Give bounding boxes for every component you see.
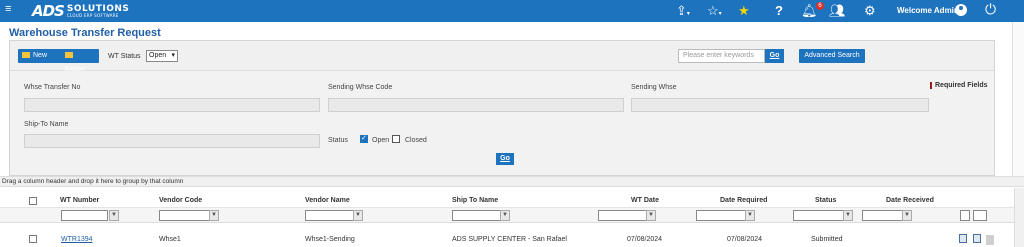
- logo-text: ADS: [32, 2, 65, 20]
- toolbar: New Export WT Status Open Please enter k…: [10, 41, 994, 73]
- filter-icon[interactable]: ▼: [209, 210, 219, 221]
- search-panel: New Export WT Status Open Please enter k…: [9, 40, 995, 176]
- column-header-date-received[interactable]: Date Received: [886, 197, 934, 204]
- filter-date-required[interactable]: [696, 210, 751, 221]
- print-icon[interactable]: [973, 234, 981, 243]
- ship-to-name-cell: ADS SUPPLY CENTER - San Rafael: [452, 236, 567, 243]
- export-icon: [65, 52, 73, 58]
- column-header-vendor-code[interactable]: Vendor Code: [159, 197, 202, 204]
- status-cell: Submitted: [811, 236, 843, 243]
- sending-whse-field[interactable]: [631, 98, 929, 112]
- required-fields-note: Required Fields: [930, 82, 988, 89]
- status-open-label: Open: [372, 137, 390, 144]
- status-closed-checkbox[interactable]: [392, 135, 400, 143]
- grid-scrollbar[interactable]: [1014, 188, 1024, 247]
- column-header-ship-to-name[interactable]: Ship To Name: [452, 197, 498, 204]
- wt-number-link[interactable]: WTR1394: [61, 236, 93, 243]
- column-header-wt-number[interactable]: WT Number: [60, 197, 99, 204]
- new-button[interactable]: New: [18, 49, 62, 63]
- wt-status-label: WT Status: [108, 53, 141, 60]
- form-go-button[interactable]: Go: [496, 153, 514, 165]
- column-header-status[interactable]: Status: [815, 197, 836, 204]
- filter-icon[interactable]: ▼: [646, 210, 656, 221]
- sending-whse-code-field[interactable]: [328, 98, 624, 112]
- status-closed-label: Closed: [405, 137, 427, 144]
- sending-whse-code-label: Sending Whse Code: [328, 84, 393, 91]
- keyword-search-input[interactable]: Please enter keywords: [678, 49, 765, 63]
- star-outline-icon[interactable]: ☆▾: [707, 2, 722, 23]
- vendor-name-cell: Whse1-Sending: [305, 236, 355, 243]
- logo-tagline: CLOUD ERP SOFTWARE: [66, 12, 119, 18]
- filter-wt-number[interactable]: [61, 210, 108, 221]
- column-header-wt-date[interactable]: WT Date: [631, 197, 659, 204]
- ads-solutions-logo[interactable]: ADS SOLUTIONS CLOUD ERP SOFTWARE: [32, 2, 129, 20]
- whse-transfer-no-label: Whse Transfer No: [24, 84, 81, 91]
- filter-icon[interactable]: ▼: [353, 210, 363, 221]
- vendor-code-cell: Whse1: [159, 236, 181, 243]
- search-go-button[interactable]: Go: [765, 49, 784, 63]
- select-all-checkbox[interactable]: [29, 197, 37, 205]
- filter-vendor-name[interactable]: [305, 210, 355, 221]
- date-required-cell: 07/08/2024: [727, 236, 763, 243]
- ship-to-name-label: Ship-To Name: [24, 121, 69, 128]
- document-icon[interactable]: [959, 234, 967, 243]
- filter-actions-2[interactable]: [973, 210, 987, 221]
- row-checkbox[interactable]: [29, 235, 37, 243]
- wt-date-cell: 07/08/2024: [627, 236, 663, 243]
- hamburger-icon[interactable]: ≡: [5, 3, 11, 15]
- filter-icon[interactable]: ▼: [109, 210, 119, 221]
- status-open-checkbox[interactable]: [360, 134, 368, 143]
- welcome-text: Welcome Admin: [897, 6, 959, 15]
- filter-ship-to-name[interactable]: [452, 210, 504, 221]
- filter-date-received[interactable]: [862, 210, 906, 221]
- advanced-search-button[interactable]: Advanced Search: [799, 49, 865, 63]
- column-header-vendor-name[interactable]: Vendor Name: [305, 197, 350, 204]
- group-by-hint[interactable]: Drag a column header and drop it here to…: [0, 176, 1024, 187]
- users-icon[interactable]: 👥︎: [829, 2, 846, 20]
- wt-status-select[interactable]: Open: [146, 50, 178, 62]
- folder-icon: [22, 52, 30, 58]
- whse-transfer-no-field[interactable]: [24, 98, 320, 112]
- user-avatar-icon[interactable]: [955, 4, 967, 16]
- share-icon[interactable]: ⇪▾: [676, 2, 690, 23]
- page-title: Warehouse Transfer Request: [9, 27, 161, 39]
- power-icon[interactable]: ⏻: [985, 1, 996, 18]
- sending-whse-label: Sending Whse: [631, 84, 677, 91]
- status-label: Status: [328, 137, 348, 144]
- filter-icon[interactable]: ▼: [843, 210, 853, 221]
- filter-icon[interactable]: ▼: [902, 210, 912, 221]
- help-icon[interactable]: ?: [775, 2, 783, 20]
- notification-badge: 6: [816, 2, 824, 10]
- filter-actions[interactable]: [960, 210, 970, 221]
- star-filled-icon[interactable]: ★: [738, 2, 750, 20]
- grid-scroll-thumb[interactable]: [986, 235, 994, 245]
- filter-icon[interactable]: ▼: [745, 210, 755, 221]
- gear-icon[interactable]: ⚙: [864, 2, 876, 20]
- column-header-date-required[interactable]: Date Required: [720, 197, 767, 204]
- ship-to-name-field[interactable]: [24, 134, 320, 148]
- export-button[interactable]: Export: [61, 49, 99, 73]
- filter-icon[interactable]: ▼: [500, 210, 510, 221]
- filter-wt-date[interactable]: [598, 210, 652, 221]
- page-scrollbar[interactable]: [1012, 22, 1024, 176]
- top-navigation-bar: ≡ ADS SOLUTIONS CLOUD ERP SOFTWARE ⇪▾ ☆▾…: [0, 0, 1024, 22]
